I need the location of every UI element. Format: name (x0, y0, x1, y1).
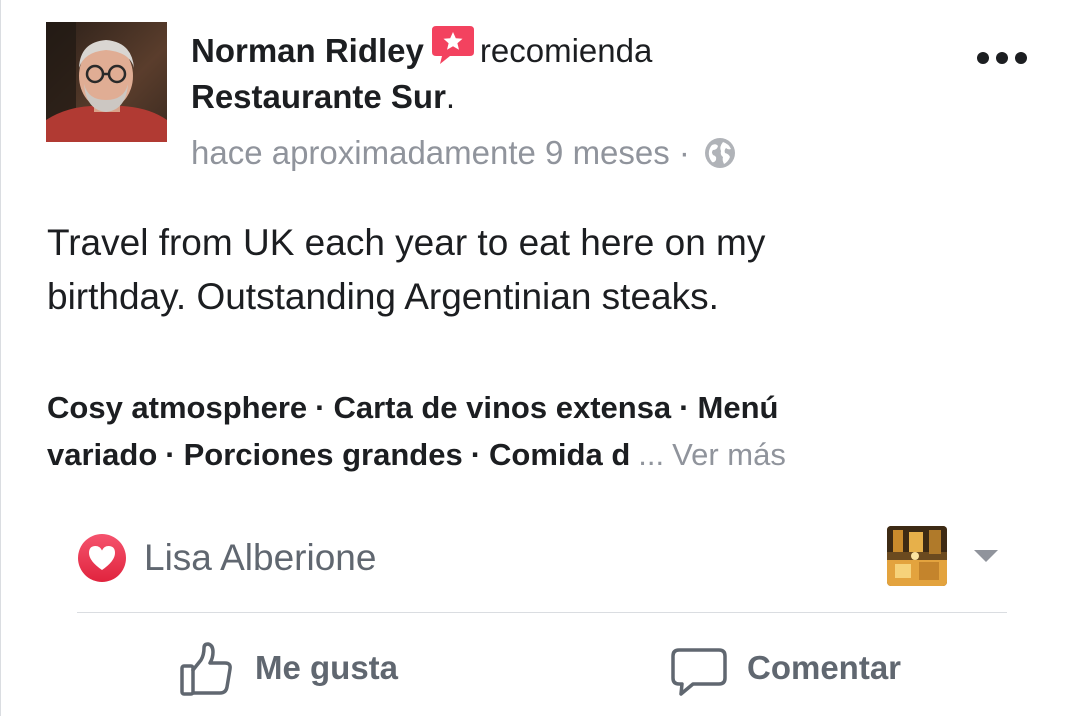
post-timestamp[interactable]: hace aproximadamente 9 meses (191, 134, 670, 171)
page-name-link[interactable]: Restaurante Sur (191, 78, 446, 115)
tag-separator: · (165, 437, 176, 472)
comment-label: Comentar (747, 649, 902, 686)
page-thumbnail[interactable] (887, 526, 947, 586)
meta-separator: · (669, 134, 700, 171)
author-avatar[interactable] (46, 22, 167, 142)
tags-ellipsis: ... (638, 437, 665, 472)
page-suffix: . (445, 78, 456, 115)
more-options-icon[interactable] (975, 48, 1029, 68)
tag-separator: · (679, 390, 690, 425)
reactor-name-link[interactable]: Lisa Alberione (144, 534, 376, 582)
caret-down-icon[interactable] (971, 546, 1001, 566)
thumbs-up-icon (177, 640, 237, 700)
tag-item: Cosy atmosphere (47, 390, 308, 425)
author-name-link[interactable]: Norman Ridley (191, 32, 424, 69)
comment-button[interactable]: Comentar (669, 634, 939, 704)
post-meta: hace aproximadamente 9 meses · (191, 130, 951, 176)
avatar-photo (46, 22, 167, 142)
post-body-line: birthday. Outstanding Argentinian steaks… (47, 276, 719, 317)
post-body-line: Travel from UK each year to eat here on … (47, 222, 766, 263)
recommendation-tags: Cosy atmosphere · Carta de vinos extensa · M… (47, 384, 947, 478)
love-reaction-icon[interactable] (77, 533, 127, 583)
actions-divider (77, 612, 1007, 613)
page-line: Restaurante Sur. (191, 74, 951, 120)
like-button[interactable]: Me gusta (177, 634, 437, 704)
tag-item: Comida d (489, 437, 631, 472)
tag-item: Carta de vinos extensa (333, 390, 672, 425)
post-header: Norman Ridley recomienda Restaurante Sur… (191, 24, 951, 176)
tag-item: Porciones grandes (183, 437, 463, 472)
recommend-verb: recomienda (479, 32, 653, 69)
post-body: Travel from UK each year to eat here on … (47, 216, 947, 324)
recommendation-post: Norman Ridley recomienda Restaurante Sur… (0, 0, 1080, 716)
post-actions: Me gusta Comentar (77, 630, 1007, 710)
like-label: Me gusta (255, 649, 399, 686)
reactions-row: Lisa Alberione (77, 526, 1017, 586)
globe-icon[interactable] (703, 136, 737, 170)
recommend-star-icon (430, 24, 476, 66)
tag-separator: · (470, 437, 482, 472)
tag-separator: · (315, 390, 326, 425)
speech-bubble-icon (669, 640, 729, 700)
author-line: Norman Ridley recomienda (191, 24, 951, 74)
see-more-link[interactable]: Ver más (672, 437, 786, 472)
